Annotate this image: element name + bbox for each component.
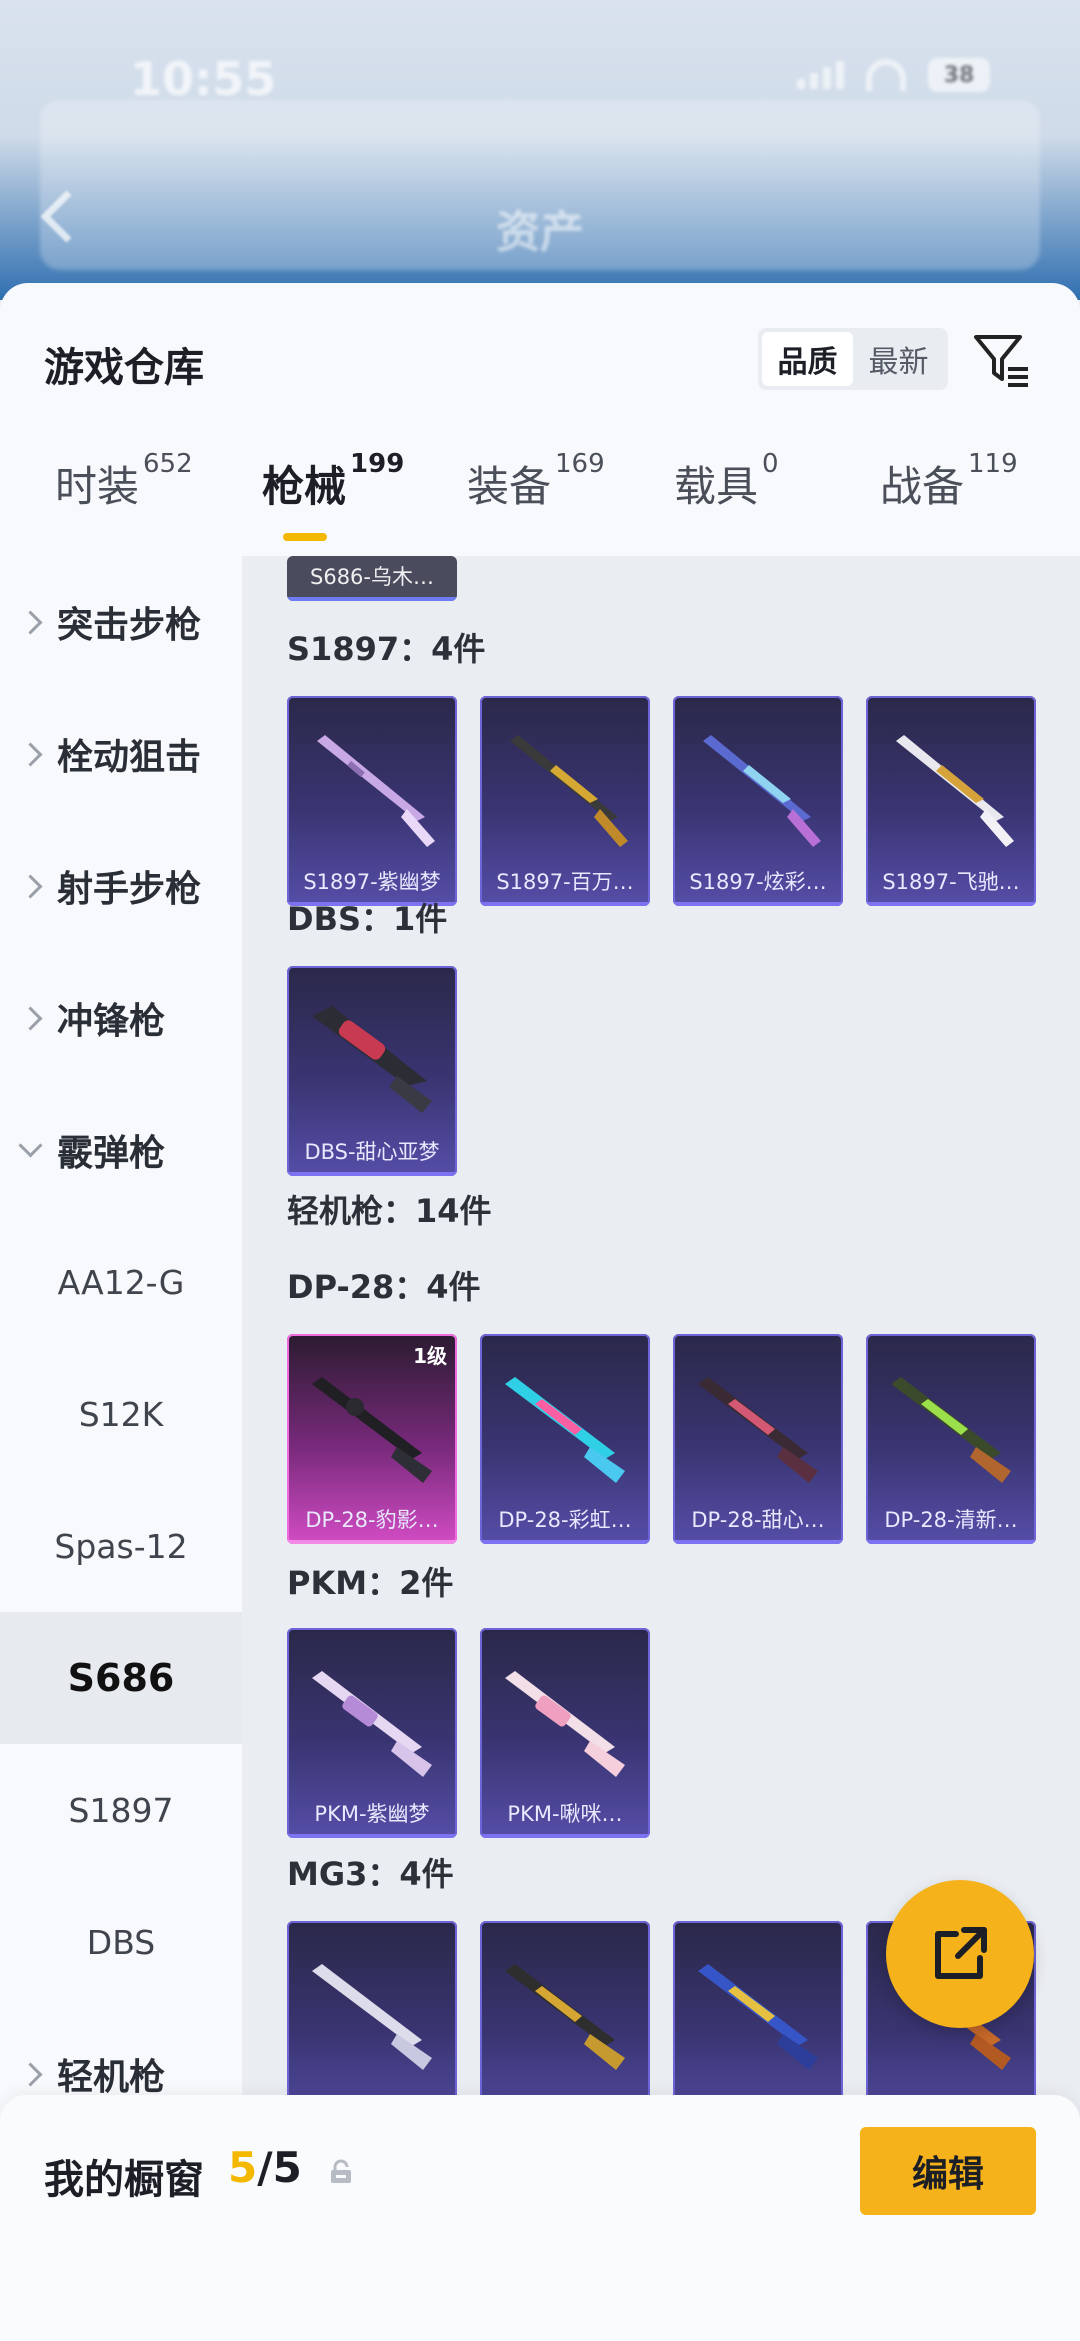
- rifle-icon: [703, 735, 821, 847]
- chevron-down-icon: [18, 1132, 43, 1158]
- item-card[interactable]: S1897-紫幽梦: [287, 696, 457, 906]
- item-card[interactable]: DP-28-甜心…: [673, 1334, 843, 1544]
- item-card[interactable]: 1级 DP-28-豹影…: [287, 1334, 457, 1544]
- chevron-right-icon: [18, 609, 43, 635]
- item-card[interactable]: DP-28-彩虹…: [480, 1334, 650, 1544]
- shotgun-icon: [312, 1006, 432, 1113]
- category-assault-rifle[interactable]: 突击步枪: [0, 556, 242, 688]
- share-icon: [935, 1927, 987, 1979]
- rifle-icon: [317, 735, 435, 847]
- edit-button[interactable]: 编辑: [860, 2127, 1036, 2215]
- tab-fashion[interactable]: 时装 652: [55, 449, 193, 514]
- active-tab-indicator: [283, 533, 327, 541]
- sub-dbs[interactable]: DBS: [0, 1876, 242, 2008]
- section-title: 轻机枪：14件: [287, 1192, 492, 1230]
- rifle-icon: [312, 1964, 432, 2070]
- category-shotgun[interactable]: 霰弹枪: [0, 1084, 242, 1216]
- item-card[interactable]: DP-28-清新…: [866, 1334, 1036, 1544]
- rifle-icon: [312, 1377, 432, 1483]
- rifle-icon: [505, 1377, 625, 1483]
- showcase-label: 我的橱窗: [44, 2157, 204, 2203]
- sub-s1897[interactable]: S1897: [0, 1744, 242, 1876]
- rifle-icon: [510, 735, 628, 847]
- rifle-icon: [698, 1964, 818, 2070]
- category-bolt-sniper[interactable]: 栓动狙击: [0, 688, 242, 820]
- section-title: MG3：4件: [287, 1855, 454, 1893]
- filter-icon[interactable]: [972, 329, 1032, 389]
- rifle-icon: [505, 1964, 625, 2070]
- chevron-right-icon: [18, 873, 43, 899]
- sheet-title: 游戏仓库: [44, 345, 204, 391]
- tab-guns[interactable]: 枪械 199: [262, 449, 404, 514]
- signal-icon: [797, 61, 844, 89]
- chevron-right-icon: [18, 2061, 43, 2087]
- showcase-bar: 我的橱窗 5/5 编辑: [0, 2095, 1080, 2341]
- sub-s686[interactable]: S686: [0, 1612, 242, 1744]
- category-marksman-rifle[interactable]: 射手步枪: [0, 820, 242, 952]
- warehouse-sheet: 游戏仓库 品质 最新 时装 652 枪械 199 装备 169 载具 0 战备 119 突…: [0, 283, 1080, 2341]
- status-icons: 38: [797, 58, 990, 92]
- sort-quality-button[interactable]: 品质: [762, 332, 853, 386]
- rifle-icon: [505, 1671, 625, 1777]
- rifle-icon: [891, 1377, 1011, 1483]
- top-header: 10:55 38 资产: [0, 0, 1080, 300]
- sort-latest-button[interactable]: 最新: [853, 332, 944, 386]
- section-title: S1897：4件: [287, 630, 486, 668]
- item-card[interactable]: DBS-甜心亚梦: [287, 966, 457, 1176]
- page-title: 资产: [496, 207, 584, 258]
- item-grid: S686-乌木… S1897：4件 S1897-紫幽梦 S1897-百万… S1…: [242, 556, 1080, 2341]
- tab-equipment[interactable]: 装备 169: [467, 449, 605, 514]
- rifle-icon: [312, 1671, 432, 1777]
- chevron-right-icon: [18, 1005, 43, 1031]
- lock-icon: [331, 2159, 351, 2183]
- section-title: DBS：1件: [287, 900, 448, 938]
- item-card[interactable]: S1897-炫彩…: [673, 696, 843, 906]
- showcase-count: 5/5: [228, 2143, 302, 2192]
- tab-vehicles[interactable]: 载具 0: [674, 449, 779, 514]
- category-tabs: 时装 652 枪械 199 装备 169 载具 0 战备 119: [0, 433, 1080, 543]
- item-card[interactable]: S1897-百万…: [480, 696, 650, 906]
- section-title: PKM：2件: [287, 1564, 454, 1602]
- item-card[interactable]: S1897-飞驰…: [866, 696, 1036, 906]
- sort-toggle: 品质 最新: [758, 328, 948, 390]
- item-card[interactable]: S686-乌木…: [287, 556, 457, 601]
- rifle-icon: [698, 1377, 818, 1483]
- tab-supplies[interactable]: 战备 119: [880, 449, 1018, 514]
- item-card[interactable]: PKM-紫幽梦: [287, 1628, 457, 1838]
- share-button[interactable]: [886, 1880, 1034, 2028]
- status-time: 10:55: [130, 52, 277, 106]
- section-title: DP-28：4件: [287, 1268, 481, 1306]
- category-smg[interactable]: 冲锋枪: [0, 952, 242, 1084]
- chevron-right-icon: [18, 741, 43, 767]
- battery-icon: 38: [928, 58, 990, 92]
- sub-aa12g[interactable]: AA12-G: [0, 1216, 242, 1348]
- rifle-icon: [896, 735, 1014, 847]
- wifi-icon: [866, 59, 906, 91]
- sub-s12k[interactable]: S12K: [0, 1348, 242, 1480]
- sub-spas12[interactable]: Spas-12: [0, 1480, 242, 1612]
- category-sidebar: 突击步枪 栓动狙击 射手步枪 冲锋枪 霰弹枪 AA12-G S12K Spas-…: [0, 556, 242, 2341]
- item-card[interactable]: PKM-啾咪…: [480, 1628, 650, 1838]
